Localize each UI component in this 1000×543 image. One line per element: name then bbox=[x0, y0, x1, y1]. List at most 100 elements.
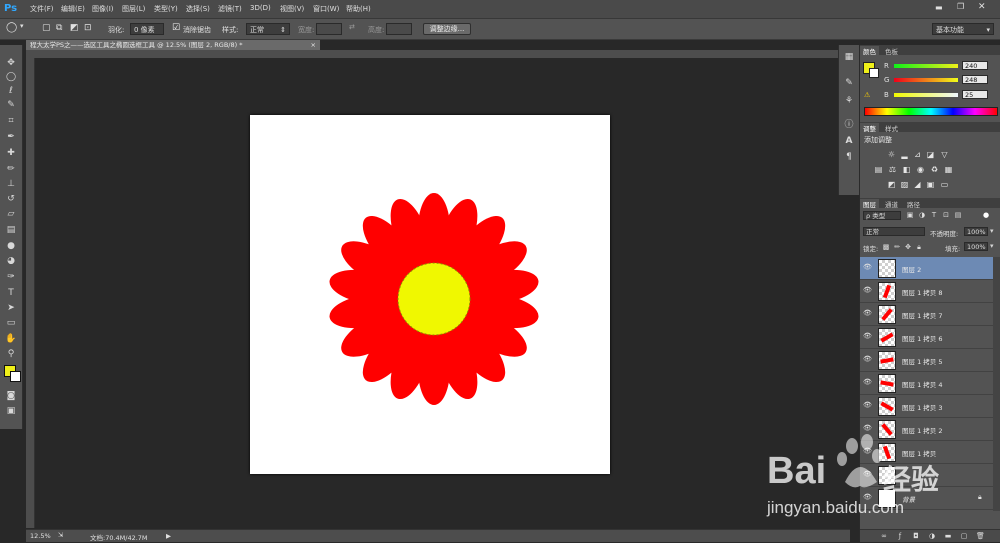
layer-row[interactable]: 👁︎ 图层 1 拷贝 4 bbox=[860, 372, 993, 395]
brush-panel-icon[interactable]: ✎ bbox=[843, 77, 855, 89]
subtract-selection-icon[interactable]: ◩ bbox=[70, 23, 79, 33]
menu-view[interactable]: 视图(V) bbox=[280, 4, 304, 14]
zoom-tool-icon[interactable]: ⚲ bbox=[5, 348, 17, 360]
layer-row[interactable]: 👁︎ 图层 1 拷贝 8 bbox=[860, 280, 993, 303]
red-track[interactable] bbox=[894, 64, 958, 68]
channel-mixer-icon[interactable]: ♻ bbox=[930, 165, 939, 174]
green-track[interactable] bbox=[894, 78, 958, 82]
red-slider[interactable]: R 240 bbox=[876, 61, 998, 71]
filter-shape-icon[interactable]: ⊡ bbox=[942, 211, 950, 219]
visibility-eye-icon[interactable]: 👁︎ bbox=[863, 286, 872, 294]
style-select[interactable]: 正常 ⇕ bbox=[246, 23, 290, 35]
close-tab-icon[interactable]: × bbox=[311, 40, 316, 50]
elliptical-marquee-icon[interactable]: ◯ bbox=[6, 22, 17, 33]
posterize-icon[interactable]: ▨ bbox=[900, 180, 909, 189]
exposure-icon[interactable]: ◪ bbox=[926, 150, 935, 159]
minimize-icon[interactable]: ▬ bbox=[935, 3, 943, 12]
photo-filter-icon[interactable]: ◉ bbox=[916, 165, 925, 174]
background-color-swatch[interactable] bbox=[10, 371, 21, 382]
antialias-checkbox[interactable]: ☑ bbox=[172, 23, 180, 33]
lock-transparency-icon[interactable]: ▩ bbox=[882, 243, 890, 251]
character-panel-icon[interactable]: A bbox=[843, 135, 855, 147]
curves-icon[interactable]: ⊿ bbox=[913, 150, 922, 159]
width-input[interactable] bbox=[316, 23, 342, 35]
layer-row[interactable]: 👁︎ 图层 1 拷贝 6 bbox=[860, 326, 993, 349]
screen-mode-icon[interactable]: ▣ bbox=[5, 405, 17, 417]
layer-row[interactable]: 👁︎ 图层 1 拷贝 5 bbox=[860, 349, 993, 372]
tab-paths[interactable]: 路径 bbox=[904, 199, 923, 209]
restore-icon[interactable]: ❐ bbox=[957, 2, 964, 11]
feather-input[interactable]: 0 像素 bbox=[130, 23, 164, 35]
hue-saturation-icon[interactable]: ▤ bbox=[874, 165, 883, 174]
swap-icon[interactable]: ⇄ bbox=[349, 23, 355, 31]
levels-icon[interactable]: ▂ bbox=[900, 150, 909, 159]
visibility-eye-icon[interactable]: 👁︎ bbox=[863, 309, 872, 317]
menu-edit[interactable]: 编辑(E) bbox=[61, 4, 85, 14]
export-icon[interactable]: ⇲ bbox=[58, 531, 63, 539]
menu-type[interactable]: 类型(Y) bbox=[154, 4, 178, 14]
gamut-warning-icon[interactable]: ⚠ bbox=[864, 91, 870, 99]
black-white-icon[interactable]: ◧ bbox=[902, 165, 911, 174]
document-tab[interactable]: 程大太学PS之——选区工具之椭圆选框工具 @ 12.5% (图层 2, RGB/… bbox=[26, 40, 320, 50]
eraser-tool-icon[interactable]: ▱ bbox=[5, 208, 17, 220]
pen-tool-icon[interactable]: ✑ bbox=[5, 271, 17, 283]
selective-color-icon[interactable]: ▣ bbox=[926, 180, 935, 189]
marquee-tool-icon[interactable]: ◯ bbox=[5, 71, 17, 83]
dodge-tool-icon[interactable]: ◕ bbox=[5, 255, 17, 267]
menu-layer[interactable]: 图层(L) bbox=[122, 4, 145, 14]
brush-tool-icon[interactable]: ✏ bbox=[5, 163, 17, 175]
hand-tool-icon[interactable]: ✋ bbox=[5, 333, 17, 345]
filter-type-icon[interactable]: T bbox=[930, 211, 938, 219]
gradient-map-icon[interactable]: ▭ bbox=[940, 180, 949, 189]
blue-track[interactable] bbox=[894, 93, 958, 97]
layer-filter-select[interactable]: ρ 类型 bbox=[863, 211, 901, 220]
fill-input[interactable]: 100% bbox=[964, 242, 988, 251]
clone-source-panel-icon[interactable]: ⚘ bbox=[843, 95, 855, 107]
tab-adjustments[interactable]: 调整 bbox=[860, 123, 879, 133]
document-canvas[interactable] bbox=[250, 115, 610, 474]
flower-center-selection[interactable] bbox=[397, 262, 471, 336]
quick-mask-icon[interactable]: ◙ bbox=[5, 390, 17, 402]
paragraph-panel-icon[interactable]: ¶ bbox=[843, 151, 855, 163]
layer-row[interactable]: 👁︎ 图层 1 拷贝 7 bbox=[860, 303, 993, 326]
add-selection-icon[interactable]: ⧉ bbox=[56, 23, 62, 33]
visibility-eye-icon[interactable]: 👁︎ bbox=[863, 355, 872, 363]
blend-mode-select[interactable]: 正常 bbox=[863, 227, 925, 236]
history-panel-icon[interactable]: ▦ bbox=[843, 51, 855, 63]
refine-edge-button[interactable]: 调整边缘... bbox=[423, 23, 471, 35]
threshold-icon[interactable]: ◢ bbox=[913, 180, 922, 189]
color-lookup-icon[interactable]: ▦ bbox=[944, 165, 953, 174]
tab-channels[interactable]: 通道 bbox=[882, 199, 901, 209]
status-menu-arrow-icon[interactable]: ▶ bbox=[166, 532, 171, 540]
lock-position-icon[interactable]: ✥ bbox=[904, 243, 912, 251]
lasso-tool-icon[interactable]: ℓ bbox=[5, 85, 17, 97]
crop-tool-icon[interactable]: ⌗ bbox=[5, 115, 17, 127]
visibility-eye-icon[interactable]: 👁︎ bbox=[863, 424, 872, 432]
clone-stamp-tool-icon[interactable]: ⊥ bbox=[5, 178, 17, 190]
tab-swatches[interactable]: 色板 bbox=[882, 46, 901, 56]
filter-adjustment-icon[interactable]: ◑ bbox=[918, 211, 926, 219]
menu-help[interactable]: 帮助(H) bbox=[346, 4, 371, 14]
green-slider[interactable]: G 248 bbox=[876, 75, 998, 85]
menu-3d[interactable]: 3D(D) bbox=[250, 4, 271, 12]
shape-tool-icon[interactable]: ▭ bbox=[5, 317, 17, 329]
path-select-tool-icon[interactable]: ➤ bbox=[5, 302, 17, 314]
chevron-down-icon[interactable]: ▾ bbox=[990, 242, 994, 250]
color-balance-icon[interactable]: ⚖ bbox=[888, 165, 897, 174]
type-tool-icon[interactable]: T bbox=[5, 287, 17, 299]
menu-image[interactable]: 图像(I) bbox=[92, 4, 114, 14]
visibility-eye-icon[interactable]: 👁︎ bbox=[863, 332, 872, 340]
visibility-eye-icon[interactable]: 👁︎ bbox=[863, 263, 872, 271]
menu-filter[interactable]: 滤镜(T) bbox=[218, 4, 242, 14]
eyedropper-tool-icon[interactable]: ✒ bbox=[5, 131, 17, 143]
filter-smart-object-icon[interactable]: ▤ bbox=[954, 211, 962, 219]
color-spectrum-bar[interactable] bbox=[864, 107, 998, 116]
blue-value-input[interactable]: 25 bbox=[962, 90, 988, 99]
menu-window[interactable]: 窗口(W) bbox=[313, 4, 339, 14]
workspace-select[interactable]: 基本功能 ▾ bbox=[932, 23, 994, 35]
menu-select[interactable]: 选择(S) bbox=[186, 4, 210, 14]
tab-styles[interactable]: 样式 bbox=[882, 123, 901, 133]
zoom-level[interactable]: 12.5% bbox=[30, 532, 51, 540]
quick-select-tool-icon[interactable]: ✎ bbox=[5, 99, 17, 111]
blur-tool-icon[interactable]: ● bbox=[5, 240, 17, 252]
